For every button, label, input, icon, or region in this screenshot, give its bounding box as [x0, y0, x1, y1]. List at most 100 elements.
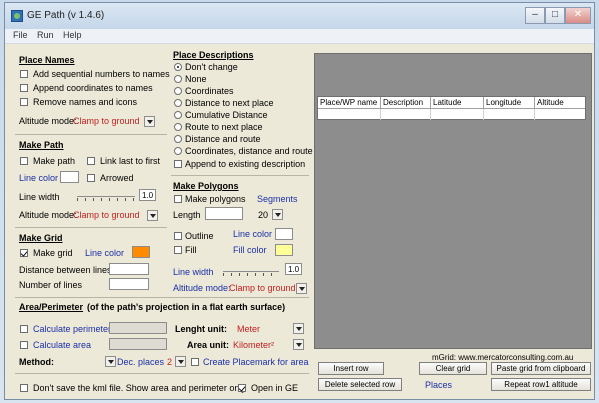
- desc-option-label: Distance to next place: [185, 98, 274, 108]
- calc-area-checkbox[interactable]: [20, 341, 28, 349]
- desc-option-label: Cumulative Distance: [185, 110, 268, 120]
- minimize-button[interactable]: –: [525, 7, 545, 24]
- remove-names-checkbox[interactable]: [20, 98, 28, 106]
- path-line-width-input[interactable]: 1.0: [139, 189, 156, 201]
- polygon-altitude-value[interactable]: Clamp to ground: [229, 283, 296, 293]
- menu-file[interactable]: File: [13, 30, 28, 40]
- grid-number-input[interactable]: [109, 278, 149, 290]
- area-perimeter-subtitle: (of the path's projection in a flat eart…: [87, 302, 286, 312]
- length-input[interactable]: [205, 207, 243, 220]
- polygon-line-width-slider[interactable]: [223, 271, 279, 272]
- delete-selected-row-button[interactable]: Delete selected row: [318, 378, 402, 391]
- desc-option-radio[interactable]: [174, 111, 182, 119]
- make-grid-title: Make Grid: [19, 233, 63, 243]
- area-unit-value[interactable]: Kilometer²: [233, 340, 274, 350]
- outline-checkbox[interactable]: [174, 232, 182, 240]
- length-label: Length: [173, 210, 201, 220]
- close-button[interactable]: ✕: [565, 7, 591, 24]
- polygon-line-width-input[interactable]: 1.0: [285, 263, 302, 275]
- dont-save-checkbox[interactable]: [20, 384, 28, 392]
- grid-column-header[interactable]: Latitude: [431, 97, 484, 109]
- add-numbers-checkbox[interactable]: [20, 70, 28, 78]
- desc-option-label: Coordinates: [185, 86, 234, 96]
- desc-option-radio[interactable]: [174, 147, 182, 155]
- title-bar[interactable]: GE Path (v 1.4.6) – □ ✕: [5, 3, 594, 29]
- append-description-checkbox[interactable]: [174, 160, 182, 168]
- segments-value[interactable]: 20: [258, 210, 268, 220]
- dec-places-label: Dec. places: [117, 357, 165, 367]
- append-description-label: Append to existing description: [185, 159, 306, 169]
- path-line-color-swatch[interactable]: [60, 171, 79, 183]
- length-unit-value[interactable]: Meter: [237, 324, 260, 334]
- desc-option-radio[interactable]: [174, 63, 182, 71]
- arrowed-checkbox[interactable]: [87, 174, 95, 182]
- make-polygons-checkbox[interactable]: [174, 195, 182, 203]
- polygon-altitude-dropdown-icon[interactable]: [296, 283, 307, 294]
- length-unit-dropdown-icon[interactable]: [293, 323, 304, 334]
- make-grid-label: Make grid: [33, 248, 73, 258]
- desc-option-radio[interactable]: [174, 75, 182, 83]
- desc-option-label: Route to next place: [185, 122, 263, 132]
- calc-perimeter-checkbox[interactable]: [20, 325, 28, 333]
- path-line-width-label: Line width: [19, 192, 60, 202]
- place-names-title: Place Names: [19, 55, 75, 65]
- repeat-altitude-button[interactable]: Repeat row1 altitude: [491, 378, 591, 391]
- grid-cell[interactable]: [431, 109, 484, 120]
- length-unit-label: Lenght unit:: [175, 324, 227, 334]
- desc-option-radio[interactable]: [174, 123, 182, 131]
- path-altitude-value[interactable]: Clamp to ground: [73, 210, 140, 220]
- create-placemark-checkbox[interactable]: [191, 358, 199, 366]
- dec-places-value[interactable]: 2: [167, 357, 172, 367]
- open-in-ge-label: Open in GE: [251, 383, 299, 393]
- path-line-width-slider[interactable]: [77, 196, 135, 197]
- grid-cell[interactable]: [381, 109, 431, 120]
- separator: [15, 373, 309, 374]
- grid-cell[interactable]: [484, 109, 535, 120]
- perimeter-output: [109, 322, 167, 334]
- append-coords-label: Append coordinates to names: [33, 83, 153, 93]
- names-altitude-dropdown-icon[interactable]: [144, 116, 155, 127]
- clear-grid-button[interactable]: Clear grid: [419, 362, 487, 375]
- grid-cell[interactable]: [535, 109, 585, 120]
- grid-column-header[interactable]: Description: [381, 97, 431, 109]
- dec-places-dropdown-icon[interactable]: [175, 356, 186, 367]
- method-dropdown-icon[interactable]: [105, 356, 116, 367]
- grid-column-header[interactable]: Place/WP name: [318, 97, 381, 109]
- grid-column-header[interactable]: Longitude: [484, 97, 535, 109]
- polygon-line-color-swatch[interactable]: [275, 228, 293, 240]
- desc-option-radio[interactable]: [174, 99, 182, 107]
- paste-grid-button[interactable]: Paste grid from clipboard: [491, 362, 591, 375]
- desc-option-radio[interactable]: [174, 87, 182, 95]
- names-altitude-value[interactable]: Clamp to ground: [73, 116, 140, 126]
- make-path-checkbox[interactable]: [20, 157, 28, 165]
- polygon-line-color-label: Line color: [233, 229, 273, 239]
- grid-column-header[interactable]: Altitude: [535, 97, 585, 109]
- places-label: Places: [425, 380, 453, 390]
- grid-line-color-swatch[interactable]: [132, 246, 150, 258]
- insert-row-button[interactable]: Insert row: [318, 362, 384, 375]
- fill-label: Fill: [185, 245, 197, 255]
- open-in-ge-checkbox[interactable]: [238, 384, 246, 392]
- fill-checkbox[interactable]: [174, 246, 182, 254]
- segments-dropdown-icon[interactable]: [272, 209, 283, 220]
- grid-distance-label: Distance between lines: [19, 265, 112, 275]
- link-last-checkbox[interactable]: [87, 157, 95, 165]
- path-slider-ticks: [77, 198, 135, 201]
- window-title: GE Path (v 1.4.6): [27, 10, 105, 21]
- place-descriptions-title: Place Descriptions: [173, 50, 254, 60]
- make-grid-checkbox[interactable]: [20, 249, 28, 257]
- menu-run[interactable]: Run: [37, 30, 54, 40]
- grid-distance-input[interactable]: [109, 263, 149, 275]
- places-grid[interactable]: Place/WP name Description Latitude Longi…: [317, 96, 586, 120]
- desc-option-radio[interactable]: [174, 135, 182, 143]
- fill-color-swatch[interactable]: [275, 244, 293, 256]
- append-coords-checkbox[interactable]: [20, 84, 28, 92]
- area-unit-dropdown-icon[interactable]: [293, 339, 304, 350]
- menu-help[interactable]: Help: [63, 30, 82, 40]
- app-window: GE Path (v 1.4.6) – □ ✕ File Run Help Pl…: [4, 2, 595, 400]
- remove-names-label: Remove names and icons: [33, 97, 138, 107]
- make-polygons-title: Make Polygons: [173, 181, 239, 191]
- maximize-button[interactable]: □: [545, 7, 565, 24]
- path-altitude-dropdown-icon[interactable]: [147, 210, 158, 221]
- grid-cell[interactable]: [318, 109, 381, 120]
